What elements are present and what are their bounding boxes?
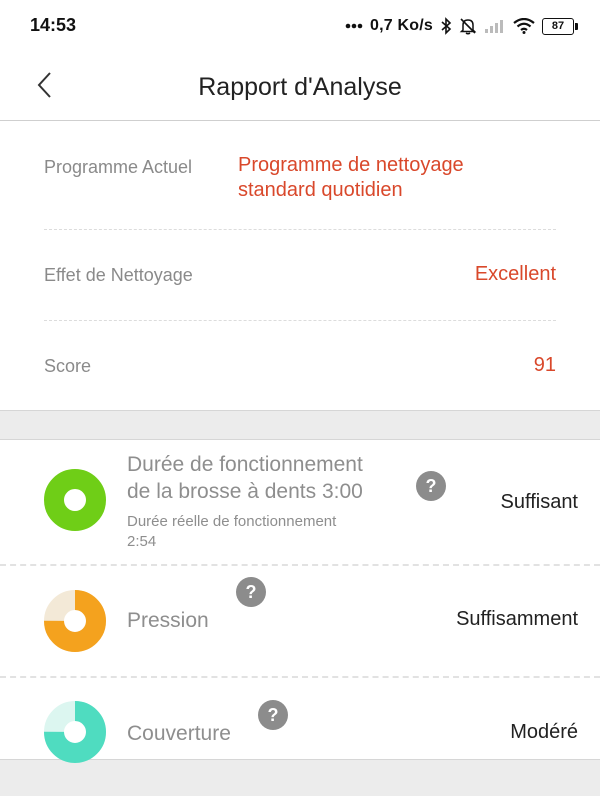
brushing-time-ring-fill bbox=[44, 469, 106, 531]
program-value-line2: standard quotidien bbox=[238, 179, 403, 201]
app-header: Rapport d'Analyse bbox=[0, 52, 600, 121]
score-label: Score bbox=[44, 356, 92, 376]
pressure-status: Suffisamment bbox=[456, 608, 578, 630]
more-dots-icon bbox=[345, 23, 363, 29]
brushing-time-ring bbox=[44, 469, 106, 531]
bluetooth-icon bbox=[441, 17, 452, 35]
program-value: Programme de nettoyage standard quotidie… bbox=[238, 153, 464, 203]
effect-row: Effet de Nettoyage Excellent bbox=[44, 263, 556, 293]
status-bar: 14:53 0,7 Ko/s 87 bbox=[0, 0, 600, 52]
score-row: Score 91 bbox=[44, 354, 556, 384]
program-row: Programme Actuel Programme de nettoyage … bbox=[44, 153, 556, 213]
coverage-status: Modéré bbox=[510, 721, 578, 743]
coverage-title: Couverture bbox=[127, 722, 231, 745]
status-time: 14:53 bbox=[30, 15, 77, 35]
brushing-time-title-line1: Durée de fonctionnement bbox=[127, 453, 363, 476]
divider bbox=[44, 229, 556, 230]
pressure-ring bbox=[44, 590, 106, 652]
metric-pressure: Pression ? Suffisamment bbox=[0, 566, 600, 676]
score-value: 91 bbox=[533, 354, 556, 376]
page-title: Rapport d'Analyse bbox=[198, 73, 402, 101]
net-speed: 0,7 Ko/s bbox=[370, 17, 433, 34]
battery-icon: 87 bbox=[542, 17, 578, 35]
wifi-icon bbox=[513, 18, 535, 34]
brushing-time-title: Durée de fonctionnement de la brosse à d… bbox=[127, 451, 363, 505]
pressure-title: Pression bbox=[127, 609, 209, 632]
program-value-line1: Programme de nettoyage bbox=[238, 154, 464, 176]
battery-level: 87 bbox=[542, 17, 574, 35]
brushing-time-status: Suffisant bbox=[500, 491, 578, 513]
help-icon[interactable]: ? bbox=[258, 700, 288, 730]
cell-signal-icon bbox=[485, 20, 503, 33]
brushing-time-actual-label: Durée réelle de fonctionnement bbox=[127, 513, 337, 530]
bell-muted-icon bbox=[459, 18, 477, 35]
summary-card: Programme Actuel Programme de nettoyage … bbox=[0, 121, 600, 411]
metric-brushing-time: Durée de fonctionnement de la brosse à d… bbox=[0, 440, 600, 564]
metrics-card: Durée de fonctionnement de la brosse à d… bbox=[0, 439, 600, 763]
effect-label: Effet de Nettoyage bbox=[44, 265, 193, 285]
brushing-time-actual: Durée réelle de fonctionnement 2:54 bbox=[127, 512, 336, 552]
help-icon[interactable]: ? bbox=[416, 471, 446, 501]
program-label: Programme Actuel bbox=[44, 157, 193, 177]
brushing-time-title-line2: de la brosse à dents 3:00 bbox=[127, 480, 363, 503]
divider bbox=[44, 320, 556, 321]
brushing-time-actual-value: 2:54 bbox=[127, 533, 157, 550]
status-icons: 0,7 Ko/s 87 bbox=[345, 15, 578, 37]
effect-value: Excellent bbox=[474, 263, 556, 285]
metric-coverage: Couverture ? Modéré bbox=[0, 678, 600, 763]
help-icon[interactable]: ? bbox=[236, 577, 266, 607]
coverage-ring bbox=[44, 701, 106, 763]
